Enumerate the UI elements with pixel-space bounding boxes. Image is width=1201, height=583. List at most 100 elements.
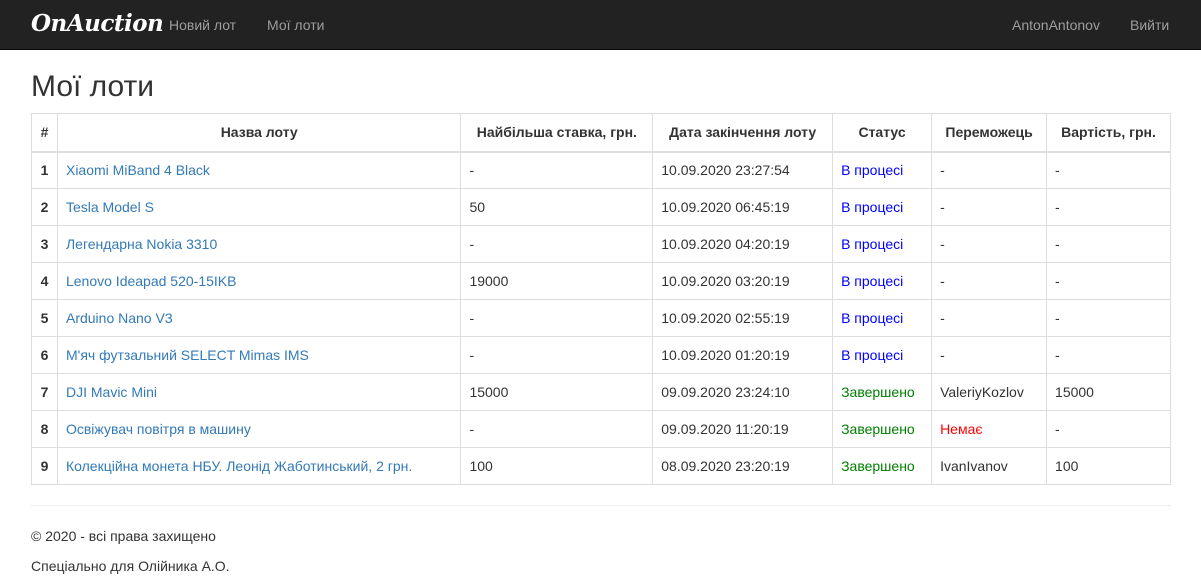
- lot-highest-bid: -: [460, 410, 654, 448]
- lot-price: -: [1046, 262, 1171, 300]
- lot-status: В процесі: [832, 225, 933, 263]
- lot-name-cell: Освіжувач повітря в машину: [56, 410, 462, 448]
- lot-highest-bid: 19000: [460, 262, 654, 300]
- lot-name-cell: Легендарна Nokia 3310: [56, 225, 462, 263]
- lot-price: -: [1046, 151, 1171, 189]
- column-header-name: Назва лоту: [56, 113, 462, 153]
- lot-price: -: [1046, 225, 1171, 263]
- nav-my-lots[interactable]: Мої лоти: [267, 17, 324, 33]
- column-header-status: Статус: [832, 113, 933, 153]
- column-header-number: #: [31, 113, 58, 153]
- lot-name-link[interactable]: Легендарна Nokia 3310: [66, 236, 217, 252]
- column-header-winner: Переможець: [931, 113, 1048, 153]
- column-header-end-date: Дата закінчення лоту: [652, 113, 834, 153]
- lot-name-link[interactable]: DJI Mavic Mini: [66, 384, 157, 400]
- lot-status: В процесі: [832, 262, 933, 300]
- table-row: 3 Легендарна Nokia 3310-10.09.2020 04:20:…: [31, 225, 1171, 263]
- table-row: 1 Xiaomi MiBand 4 Black -10.09.2020 23:27:…: [31, 151, 1171, 189]
- lot-highest-bid: 50: [460, 188, 654, 226]
- lot-name-cell: Колекційна монета НБУ. Леонід Жаботинськ…: [56, 447, 462, 485]
- lot-name-link[interactable]: Xiaomi MiBand 4 Black: [66, 162, 210, 178]
- footer-divider: [31, 505, 1171, 506]
- lot-end-date: 10.09.2020 02:55:19: [652, 299, 834, 337]
- lot-number: 7: [31, 373, 58, 411]
- lot-highest-bid: 100: [460, 447, 654, 485]
- lot-name-link[interactable]: Колекційна монета НБУ. Леонід Жаботинськ…: [66, 458, 412, 474]
- lot-name-cell: DJI Mavic Mini: [56, 373, 462, 411]
- lot-name-cell: М'яч футзальний SELECT Mimas IMS: [56, 336, 462, 374]
- table-row: 5 Arduino Nano V3-10.09.2020 02:55:19 В пр…: [31, 299, 1171, 337]
- footer-credit: Спеціально для Олійника А.О.: [31, 558, 230, 574]
- lot-name-link[interactable]: М'яч футзальний SELECT Mimas IMS: [66, 347, 309, 363]
- lot-end-date: 09.09.2020 23:24:10: [652, 373, 834, 411]
- lot-highest-bid: -: [460, 225, 654, 263]
- lot-price: 100: [1046, 447, 1171, 485]
- lot-status: В процесі: [832, 299, 933, 337]
- lot-winner: Немає: [931, 410, 1048, 448]
- lot-end-date: 10.09.2020 23:27:54: [652, 151, 834, 189]
- nav-new-lot[interactable]: Новий лот: [169, 17, 236, 33]
- table-row: 8 Освіжувач повітря в машину -09.09.2020 1…: [31, 410, 1171, 448]
- page-title: Мої лоти: [31, 70, 155, 103]
- lot-highest-bid: 15000: [460, 373, 654, 411]
- lot-price: -: [1046, 336, 1171, 374]
- lot-winner: -: [931, 336, 1048, 374]
- lot-status: Завершено: [832, 410, 933, 448]
- brand-logo[interactable]: OnAuction: [31, 10, 164, 37]
- lot-price: -: [1046, 299, 1171, 337]
- lot-end-date: 10.09.2020 01:20:19: [652, 336, 834, 374]
- nav-user-profile[interactable]: AntonAntonov: [1012, 17, 1100, 33]
- lots-table: # Назва лоту Найбільша ставка, грн. Дата…: [31, 113, 1171, 485]
- lot-number: 1: [31, 151, 58, 189]
- lots-table-body: 1 Xiaomi MiBand 4 Black -10.09.2020 23:27:…: [31, 151, 1171, 485]
- lot-winner: -: [931, 188, 1048, 226]
- lot-status: Завершено: [832, 447, 933, 485]
- lot-name-link[interactable]: Tesla Model S: [66, 199, 154, 215]
- lot-end-date: 08.09.2020 23:20:19: [652, 447, 834, 485]
- column-header-price: Вартість, грн.: [1046, 113, 1171, 153]
- top-navbar: OnAuction Новий лот Мої лоти AntonAntono…: [0, 0, 1201, 50]
- table-row: 4 Lenovo Ideapad 520-15IKB 19000 10.09.2020…: [31, 262, 1171, 300]
- lot-winner: IvanIvanov: [931, 447, 1048, 485]
- lot-end-date: 10.09.2020 04:20:19: [652, 225, 834, 263]
- lot-highest-bid: -: [460, 151, 654, 189]
- lot-highest-bid: -: [460, 336, 654, 374]
- lot-number: 5: [31, 299, 58, 337]
- lot-status: В процесі: [832, 188, 933, 226]
- lot-name-cell: Tesla Model S: [56, 188, 462, 226]
- lot-winner: -: [931, 225, 1048, 263]
- table-row: 6 М'яч футзальний SELECT Mimas IMS -10.09.…: [31, 336, 1171, 374]
- table-row: 7 DJI Mavic Mini 15000 09.09.2020 23:24:10 З…: [31, 373, 1171, 411]
- lot-name-link[interactable]: Освіжувач повітря в машину: [66, 421, 251, 437]
- lot-number: 8: [31, 410, 58, 448]
- lot-end-date: 10.09.2020 03:20:19: [652, 262, 834, 300]
- lot-number: 3: [31, 225, 58, 263]
- column-header-bid: Найбільша ставка, грн.: [460, 113, 654, 153]
- nav-logout[interactable]: Вийти: [1130, 17, 1169, 33]
- lot-winner: -: [931, 299, 1048, 337]
- table-header-row: # Назва лоту Найбільша ставка, грн. Дата…: [31, 113, 1171, 153]
- lot-number: 4: [31, 262, 58, 300]
- lot-winner: -: [931, 151, 1048, 189]
- lot-name-cell: Lenovo Ideapad 520-15IKB: [56, 262, 462, 300]
- lot-name-cell: Arduino Nano V3: [56, 299, 462, 337]
- lot-status: В процесі: [832, 151, 933, 189]
- lot-number: 9: [31, 447, 58, 485]
- lot-name-link[interactable]: Lenovo Ideapad 520-15IKB: [66, 273, 236, 289]
- lot-winner: ValeriyKozlov: [931, 373, 1048, 411]
- lot-number: 6: [31, 336, 58, 374]
- lot-price: -: [1046, 188, 1171, 226]
- lot-number: 2: [31, 188, 58, 226]
- table-row: 9 Колекційна монета НБУ. Леонід Жаботинсь…: [31, 447, 1171, 485]
- lot-status: Завершено: [832, 373, 933, 411]
- table-row: 2 Tesla Model S 50 10.09.2020 06:45:19 В про…: [31, 188, 1171, 226]
- lot-winner: -: [931, 262, 1048, 300]
- lot-status: В процесі: [832, 336, 933, 374]
- lot-name-link[interactable]: Arduino Nano V3: [66, 310, 173, 326]
- lot-highest-bid: -: [460, 299, 654, 337]
- lot-name-cell: Xiaomi MiBand 4 Black: [56, 151, 462, 189]
- lot-end-date: 09.09.2020 11:20:19: [652, 410, 834, 448]
- lot-price: 15000: [1046, 373, 1171, 411]
- lot-end-date: 10.09.2020 06:45:19: [652, 188, 834, 226]
- footer-copyright: © 2020 - всі права захищено: [31, 528, 216, 544]
